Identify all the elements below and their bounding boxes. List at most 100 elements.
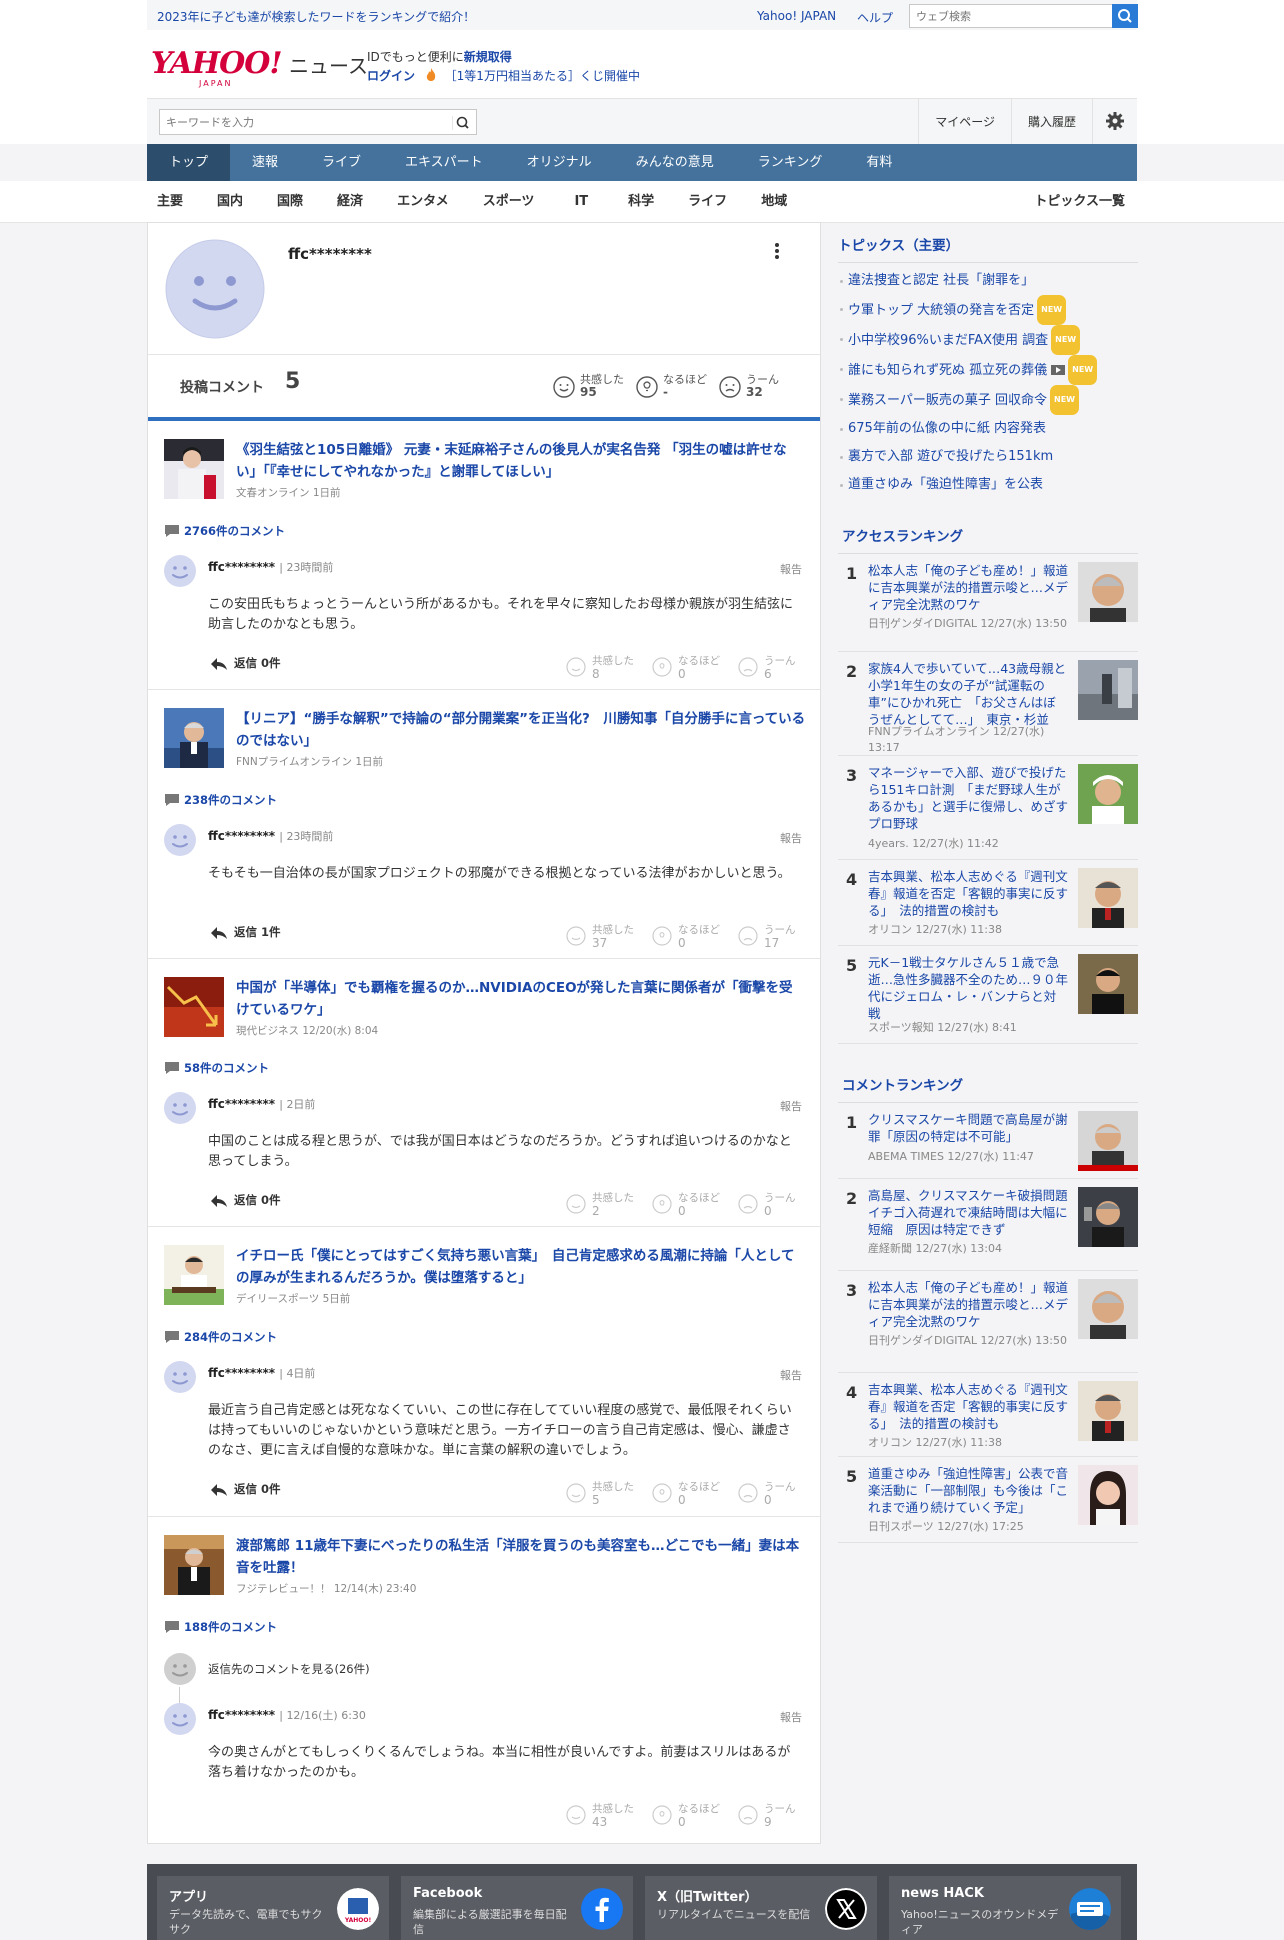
nav-expert[interactable]: エキスパート xyxy=(383,144,505,181)
report-link[interactable]: 報告 xyxy=(780,1098,802,1114)
tab-main[interactable]: 主要 xyxy=(157,181,183,223)
ranking-item[interactable]: 2 家族4人で歩いていて…43歳母親と小学1年生の女の子が“試運転の車”にひかれ… xyxy=(838,652,1138,756)
nav-top[interactable]: トップ xyxy=(147,144,231,181)
empathy-button[interactable]: 共感した 8 xyxy=(566,655,634,681)
report-link[interactable]: 報告 xyxy=(780,1367,802,1383)
access-ranking-title[interactable]: アクセスランキング xyxy=(838,513,1138,554)
yahoo-japan-link[interactable]: Yahoo! JAPAN xyxy=(757,9,836,23)
rank-number: 5 xyxy=(846,956,858,975)
uun-button[interactable]: うーん 9 xyxy=(738,1803,796,1829)
reply-button[interactable]: 返信 1件 xyxy=(210,924,281,940)
article-thumbnail[interactable] xyxy=(164,1245,224,1305)
report-link[interactable]: 報告 xyxy=(780,1709,802,1725)
search-icon[interactable] xyxy=(452,114,470,132)
settings-button[interactable] xyxy=(1092,99,1137,145)
web-search-input[interactable] xyxy=(910,5,1100,27)
ranking-item[interactable]: 5 元K－1戦士タケルさん５１歳で急逝…急性多臓器不全のため…９０年代にジェロム… xyxy=(838,946,1138,1044)
topics-title[interactable]: トピックス（主要） xyxy=(838,222,1138,263)
nav-opinion[interactable]: みんなの意見 xyxy=(614,144,736,181)
yahoo-logo[interactable]: YAHOO! JAPAN xyxy=(151,46,291,88)
purchase-history-link[interactable]: 購入履歴 xyxy=(1010,99,1092,145)
signup-link[interactable]: 新規取得 xyxy=(464,50,512,64)
login-link[interactable]: ログイン xyxy=(367,69,415,83)
article-comment-count-link[interactable]: 2766件のコメント xyxy=(164,523,285,539)
footer-facebook-card[interactable]: Facebook 編集部による厳選記事を毎日配信 xyxy=(401,1876,633,1940)
ranking-item[interactable]: 3 松本人志「俺の子ども産め！」報道に吉本興業が法的措置示唆と…メディア完全沈黙… xyxy=(838,1271,1138,1373)
nav-breaking[interactable]: 速報 xyxy=(230,144,300,181)
article-thumbnail[interactable] xyxy=(164,977,224,1037)
article-comment-count-link[interactable]: 284件のコメント xyxy=(164,1329,277,1345)
uun-button[interactable]: うーん 0 xyxy=(738,1192,796,1218)
empathy-button[interactable]: 共感した 5 xyxy=(566,1481,634,1507)
comment-ranking-title[interactable]: コメントランキング xyxy=(838,1062,1138,1103)
topic-item[interactable]: 違法捜査と認定 社長「謝罪を」 xyxy=(838,267,1138,295)
tab-local[interactable]: 地域 xyxy=(761,181,787,223)
topic-item[interactable]: 小中学校96%いまだFAX使用 調査 NEW xyxy=(838,325,1138,355)
reply-button[interactable]: 返信 0件 xyxy=(210,1192,281,1208)
empathy-button[interactable]: 共感した 37 xyxy=(566,924,634,950)
topic-item[interactable]: 業務スーパー販売の菓子 回収命令 NEW xyxy=(838,385,1138,415)
nav-paid[interactable]: 有料 xyxy=(844,144,914,181)
tab-life[interactable]: ライフ xyxy=(688,181,727,223)
tab-entertainment[interactable]: エンタメ xyxy=(397,181,449,223)
article-thumbnail[interactable] xyxy=(164,708,224,768)
article-comment-count-link[interactable]: 58件のコメント xyxy=(164,1060,269,1076)
web-search-button[interactable] xyxy=(1112,4,1138,28)
ranking-item[interactable]: 2 高島屋、クリスマスケーキ破損問題 イチゴ入荷遅れで凍結時間は大幅に短縮 原因… xyxy=(838,1179,1138,1271)
nav-live[interactable]: ライブ xyxy=(300,144,383,181)
ranking-item[interactable]: 4 吉本興業、松本人志めぐる『週刊文春』報道を否定「客観的事実に反する」 法的措… xyxy=(838,1373,1138,1457)
empathy-button[interactable]: 共感した 2 xyxy=(566,1192,634,1218)
topics-list-link[interactable]: トピックス一覧 xyxy=(1034,181,1125,223)
article-comment-count-link[interactable]: 238件のコメント xyxy=(164,792,277,808)
nav-ranking[interactable]: ランキング xyxy=(736,144,845,181)
tab-international[interactable]: 国際 xyxy=(277,181,303,223)
ranking-item[interactable]: 1 松本人志「俺の子ども産め！」報道に吉本興業が法的措置示唆と…メディア完全沈黙… xyxy=(838,554,1138,652)
article-title-link[interactable]: 《羽生結弦と105日離婚》 元妻・末延麻裕子さんの後見人が実名告発 「羽生の嘘は… xyxy=(236,439,806,483)
article-title-link[interactable]: 中国が「半導体」でも覇権を握るのか…NVIDIAのCEOが発した言葉に関係者が「… xyxy=(236,977,806,1021)
uun-button[interactable]: うーん 0 xyxy=(738,1481,796,1507)
naruhodo-button[interactable]: なるほど 0 xyxy=(652,655,720,681)
keyword-input[interactable] xyxy=(160,110,440,134)
more-options-icon[interactable] xyxy=(773,241,781,261)
footer-x-card[interactable]: X（旧Twitter） リアルタイムでニュースを配信 xyxy=(645,1876,877,1940)
uun-button[interactable]: うーん 6 xyxy=(738,655,796,681)
article-title-link[interactable]: 【リニア】“勝手な解釈”で持論の“部分開業案”を正当化? 川勝知事「自分勝手に言… xyxy=(236,708,806,752)
promo-link[interactable]: 2023年に子ども達が検索したワードをランキングで紹介！ xyxy=(157,8,475,25)
tab-sports[interactable]: スポーツ xyxy=(483,181,535,223)
report-link[interactable]: 報告 xyxy=(780,561,802,577)
footer-app-card[interactable]: アプリ データ先読みで、電車でもサクサク YAHOO! xyxy=(157,1876,389,1940)
reply-button[interactable]: 返信 0件 xyxy=(210,655,281,671)
lottery-link[interactable]: ［1等1万円相当あたる］くじ開催中 xyxy=(445,69,640,83)
naruhodo-button[interactable]: なるほど 0 xyxy=(652,924,720,950)
article-comment-count-link[interactable]: 188件のコメント xyxy=(164,1619,277,1635)
article-title-link[interactable]: イチロー氏「僕にとってはすごく気持ち悪い言葉」 自己肯定感求める風潮に持論「人と… xyxy=(236,1245,806,1289)
mypage-link[interactable]: マイページ xyxy=(918,99,1011,145)
naruhodo-button[interactable]: なるほど 0 xyxy=(652,1481,720,1507)
article-thumbnail[interactable] xyxy=(164,1535,224,1595)
parent-comment-link[interactable]: 返信先のコメントを見る(26件) xyxy=(208,1661,370,1677)
nav-original[interactable]: オリジナル xyxy=(505,144,614,181)
topic-item[interactable]: 誰にも知られず死ぬ 孤立死の葬儀 NEW xyxy=(838,355,1138,385)
topic-item[interactable]: 裏方で入部 遊びで投げたら151km xyxy=(838,443,1138,471)
topic-item[interactable]: 道重さゆみ「強迫性障害」を公表 xyxy=(838,471,1138,499)
ranking-item[interactable]: 4 吉本興業、松本人志めぐる『週刊文春』報道を否定「客観的事実に反する」 法的措… xyxy=(838,860,1138,946)
tab-science[interactable]: 科学 xyxy=(628,181,654,223)
article-thumbnail[interactable] xyxy=(164,439,224,499)
empathy-button[interactable]: 共感した 43 xyxy=(566,1803,634,1829)
ranking-item[interactable]: 3 マネージャーで入部、遊びで投げたら151キロ計測 「まだ野球人生があるかも」… xyxy=(838,756,1138,860)
topic-item[interactable]: 675年前の仏像の中に紙 内容発表 xyxy=(838,415,1138,443)
reply-button[interactable]: 返信 0件 xyxy=(210,1481,281,1497)
help-link[interactable]: ヘルプ xyxy=(857,9,893,26)
naruhodo-button[interactable]: なるほど 0 xyxy=(652,1803,720,1829)
tab-economy[interactable]: 経済 xyxy=(337,181,363,223)
topic-item[interactable]: ウ軍トップ 大統領の発言を否定 NEW xyxy=(838,295,1138,325)
uun-button[interactable]: うーん 17 xyxy=(738,924,796,950)
footer-newshack-card[interactable]: news HACK Yahoo!ニュースのオウンドメディア xyxy=(889,1876,1121,1940)
tab-it[interactable]: IT xyxy=(574,181,588,223)
article-title-link[interactable]: 渡部篤郎 11歳年下妻にべったりの私生活「洋服を買うのも美容室も…どこでも一緒」… xyxy=(236,1535,806,1579)
ranking-item[interactable]: 1 クリスマスケーキ問題で高島屋が謝罪「原因の特定は不可能」 ABEMA TIM… xyxy=(838,1103,1138,1179)
ranking-item[interactable]: 5 道重さゆみ「強迫性障害」公表で音楽活動に「一部制限」も今後は「これまで通り続… xyxy=(838,1457,1138,1543)
tab-domestic[interactable]: 国内 xyxy=(217,181,243,223)
naruhodo-button[interactable]: なるほど 0 xyxy=(652,1192,720,1218)
report-link[interactable]: 報告 xyxy=(780,830,802,846)
